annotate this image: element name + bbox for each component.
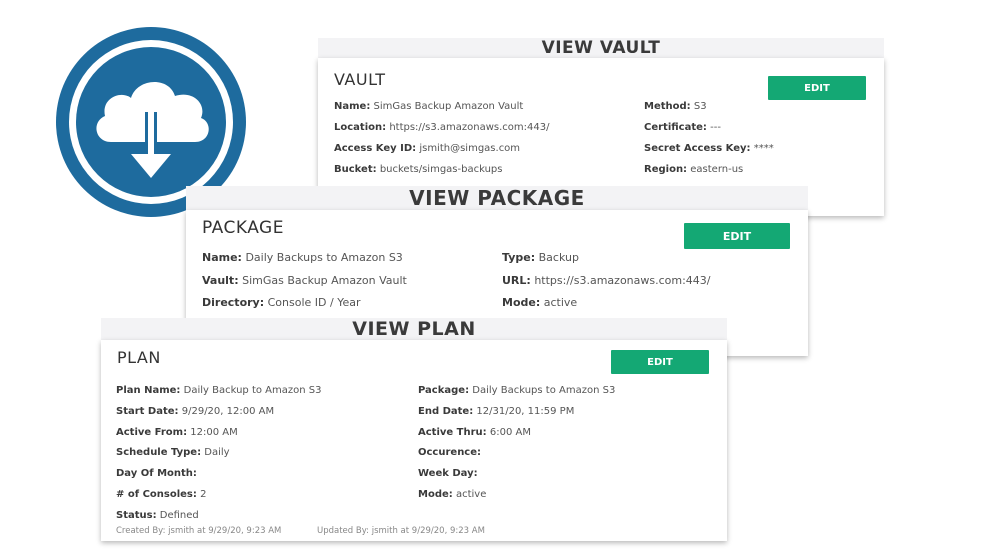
field-value: Daily Backup to Amazon S3	[183, 385, 322, 396]
plan-panel-header: VIEW PLAN	[101, 318, 727, 340]
field-value: jsmith@simgas.com	[419, 143, 521, 154]
field-label: End Date:	[418, 406, 474, 417]
vault-location-field: Location: https://s3.amazonaws.com:443/	[334, 122, 550, 133]
field-value: active	[543, 296, 578, 309]
field-value: eastern-us	[690, 164, 744, 175]
field-value: ****	[753, 143, 774, 154]
vault-method-field: Method: S3	[644, 101, 707, 112]
package-name-field: Name: Daily Backups to Amazon S3	[202, 251, 403, 264]
field-label: Method:	[644, 101, 691, 112]
field-label: Active Thru:	[418, 427, 487, 438]
vault-bucket-field: Bucket: buckets/simgas-backups	[334, 164, 502, 175]
package-type-field: Type: Backup	[502, 251, 579, 264]
field-label: Mode:	[418, 489, 453, 500]
plan-occurence-field: Occurence:	[418, 447, 481, 458]
field-label: Directory:	[202, 296, 265, 309]
field-value: 12:00 AM	[190, 427, 238, 438]
created-by-label: Created By:	[116, 526, 166, 536]
field-label: Secret Access Key:	[644, 143, 751, 154]
package-panel-header: VIEW PACKAGE	[186, 186, 808, 210]
package-edit-button[interactable]: EDIT	[684, 223, 790, 249]
updated-by-value: jsmith at 9/29/20, 9:23 AM	[371, 526, 485, 536]
field-label: Plan Name:	[116, 385, 181, 396]
field-label: Name:	[334, 101, 371, 112]
field-label: Occurence:	[418, 447, 482, 458]
plan-status-field: Status: Defined	[116, 510, 199, 521]
field-value: S3	[693, 101, 707, 112]
package-card-title: PACKAGE	[202, 218, 284, 238]
created-by-note: Created By: jsmith at 9/29/20, 9:23 AM	[116, 526, 281, 536]
plan-active-from-field: Active From: 12:00 AM	[116, 427, 238, 438]
view-plan-panel: VIEW PLAN PLAN EDIT Plan Name: Daily Bac…	[101, 318, 727, 542]
field-value: SimGas Backup Amazon Vault	[373, 101, 524, 112]
field-value: active	[455, 489, 487, 500]
field-label: Type:	[502, 251, 536, 264]
field-label: URL:	[502, 274, 531, 287]
plan-active-thru-field: Active Thru: 6:00 AM	[418, 427, 531, 438]
plan-schedule-type-field: Schedule Type: Daily	[116, 447, 230, 458]
field-label: Day Of Month:	[116, 468, 197, 479]
vault-edit-button[interactable]: EDIT	[768, 76, 866, 100]
package-vault-field: Vault: SimGas Backup Amazon Vault	[202, 274, 407, 287]
field-label: Name:	[202, 251, 242, 264]
field-value: 9/29/20, 12:00 AM	[181, 406, 275, 417]
field-value: 12/31/20, 11:59 PM	[476, 406, 575, 417]
field-label: Certificate:	[644, 122, 707, 133]
field-label: Start Date:	[116, 406, 179, 417]
field-label: Vault:	[202, 274, 239, 287]
field-label: Bucket:	[334, 164, 377, 175]
field-value: Daily Backups to Amazon S3	[245, 251, 403, 264]
plan-name-field: Plan Name: Daily Backup to Amazon S3	[116, 385, 321, 396]
field-label: Access Key ID:	[334, 143, 417, 154]
field-label: Active From:	[116, 427, 188, 438]
vault-secret-key-field: Secret Access Key: ****	[644, 143, 774, 154]
field-value: 2	[200, 489, 207, 500]
package-url-field: URL: https://s3.amazonaws.com:443/	[502, 274, 711, 287]
field-label: Package:	[418, 385, 470, 396]
field-label: # of Consoles:	[116, 489, 197, 500]
field-value: Defined	[159, 510, 199, 521]
plan-start-date-field: Start Date: 9/29/20, 12:00 AM	[116, 406, 274, 417]
field-value: Daily	[204, 447, 230, 458]
vault-name-field: Name: SimGas Backup Amazon Vault	[334, 101, 523, 112]
plan-package-field: Package: Daily Backups to Amazon S3	[418, 385, 615, 396]
vault-card-title: VAULT	[334, 70, 386, 89]
plan-mode-field: Mode: active	[418, 489, 486, 500]
updated-by-label: Updated By:	[317, 526, 369, 536]
plan-consoles-field: # of Consoles: 2	[116, 489, 206, 500]
field-label: Location:	[334, 122, 387, 133]
vault-certificate-field: Certificate: ---	[644, 122, 721, 133]
field-value: Console ID / Year	[267, 296, 361, 309]
plan-card-title: PLAN	[117, 348, 161, 367]
field-value: https://s3.amazonaws.com:443/	[389, 122, 550, 133]
vault-panel-header: VIEW VAULT	[318, 38, 884, 58]
field-value: SimGas Backup Amazon Vault	[242, 274, 407, 287]
field-value: Backup	[538, 251, 579, 264]
updated-by-note: Updated By: jsmith at 9/29/20, 9:23 AM	[317, 526, 485, 536]
field-value: buckets/simgas-backups	[379, 164, 503, 175]
field-value: ---	[710, 122, 721, 133]
field-label: Schedule Type:	[116, 447, 202, 458]
plan-day-of-month-field: Day Of Month:	[116, 468, 197, 479]
field-label: Region:	[644, 164, 688, 175]
field-value: 6:00 AM	[489, 427, 531, 438]
vault-access-key-field: Access Key ID: jsmith@simgas.com	[334, 143, 520, 154]
field-label: Mode:	[502, 296, 541, 309]
field-label: Status:	[116, 510, 157, 521]
package-directory-field: Directory: Console ID / Year	[202, 296, 361, 309]
created-by-value: jsmith at 9/29/20, 9:23 AM	[168, 526, 282, 536]
plan-week-day-field: Week Day:	[418, 468, 478, 479]
field-value: Daily Backups to Amazon S3	[472, 385, 616, 396]
field-label: Week Day:	[418, 468, 478, 479]
plan-card: PLAN EDIT Plan Name: Daily Backup to Ama…	[101, 340, 727, 541]
field-value: https://s3.amazonaws.com:443/	[534, 274, 711, 287]
package-mode-field: Mode: active	[502, 296, 577, 309]
vault-region-field: Region: eastern-us	[644, 164, 743, 175]
plan-edit-button[interactable]: EDIT	[611, 350, 709, 374]
plan-end-date-field: End Date: 12/31/20, 11:59 PM	[418, 406, 574, 417]
